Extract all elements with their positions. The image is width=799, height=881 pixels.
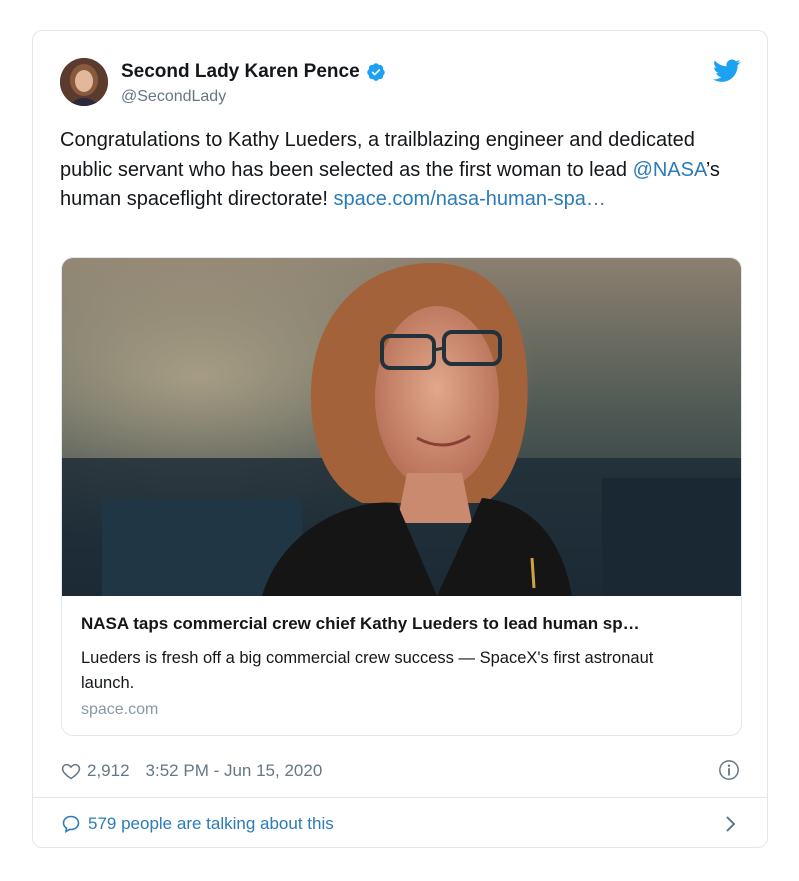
article-link[interactable]: space.com/nasa-human-spa… [334, 188, 606, 210]
link-card-domain: space.com [81, 701, 159, 718]
tweet-footer: 2,912 3:52 PM - Jun 15, 2020 [61, 759, 740, 783]
link-card[interactable]: NASA taps commercial crew chief Kathy Lu… [61, 257, 742, 736]
author-name[interactable]: Second Lady Karen Pence [121, 61, 360, 83]
footer-divider [33, 797, 767, 798]
info-icon[interactable] [718, 759, 740, 781]
article-photo[interactable] [62, 258, 741, 596]
tweet-text-part1: Congratulations to Kathy Lueders, a trai… [60, 129, 695, 181]
author-name-row[interactable]: Second Lady Karen Pence [121, 61, 386, 83]
author-avatar[interactable] [60, 58, 108, 106]
tweet-timestamp[interactable]: 3:52 PM - Jun 15, 2020 [146, 761, 323, 781]
tweet-card: Second Lady Karen Pence @SecondLady Cong… [32, 30, 768, 848]
conversation-count[interactable]: 579 people are talking about this [88, 814, 334, 834]
author-handle[interactable]: @SecondLady [121, 88, 226, 106]
like-count[interactable]: 2,912 [87, 761, 130, 781]
link-card-title[interactable]: NASA taps commercial crew chief Kathy Lu… [81, 614, 721, 634]
verified-badge-icon [366, 63, 385, 81]
twitter-bird-icon[interactable] [713, 59, 741, 83]
speech-bubble-icon [62, 815, 80, 834]
link-card-description: Lueders is fresh off a big commercial cr… [81, 649, 654, 692]
heart-icon[interactable] [61, 761, 81, 781]
chevron-right-icon[interactable] [724, 814, 738, 834]
mention-link[interactable]: @NASA [633, 159, 706, 181]
conversation-link[interactable]: 579 people are talking about this [61, 811, 740, 837]
tweet-text: Congratulations to Kathy Lueders, a trai… [60, 126, 750, 215]
